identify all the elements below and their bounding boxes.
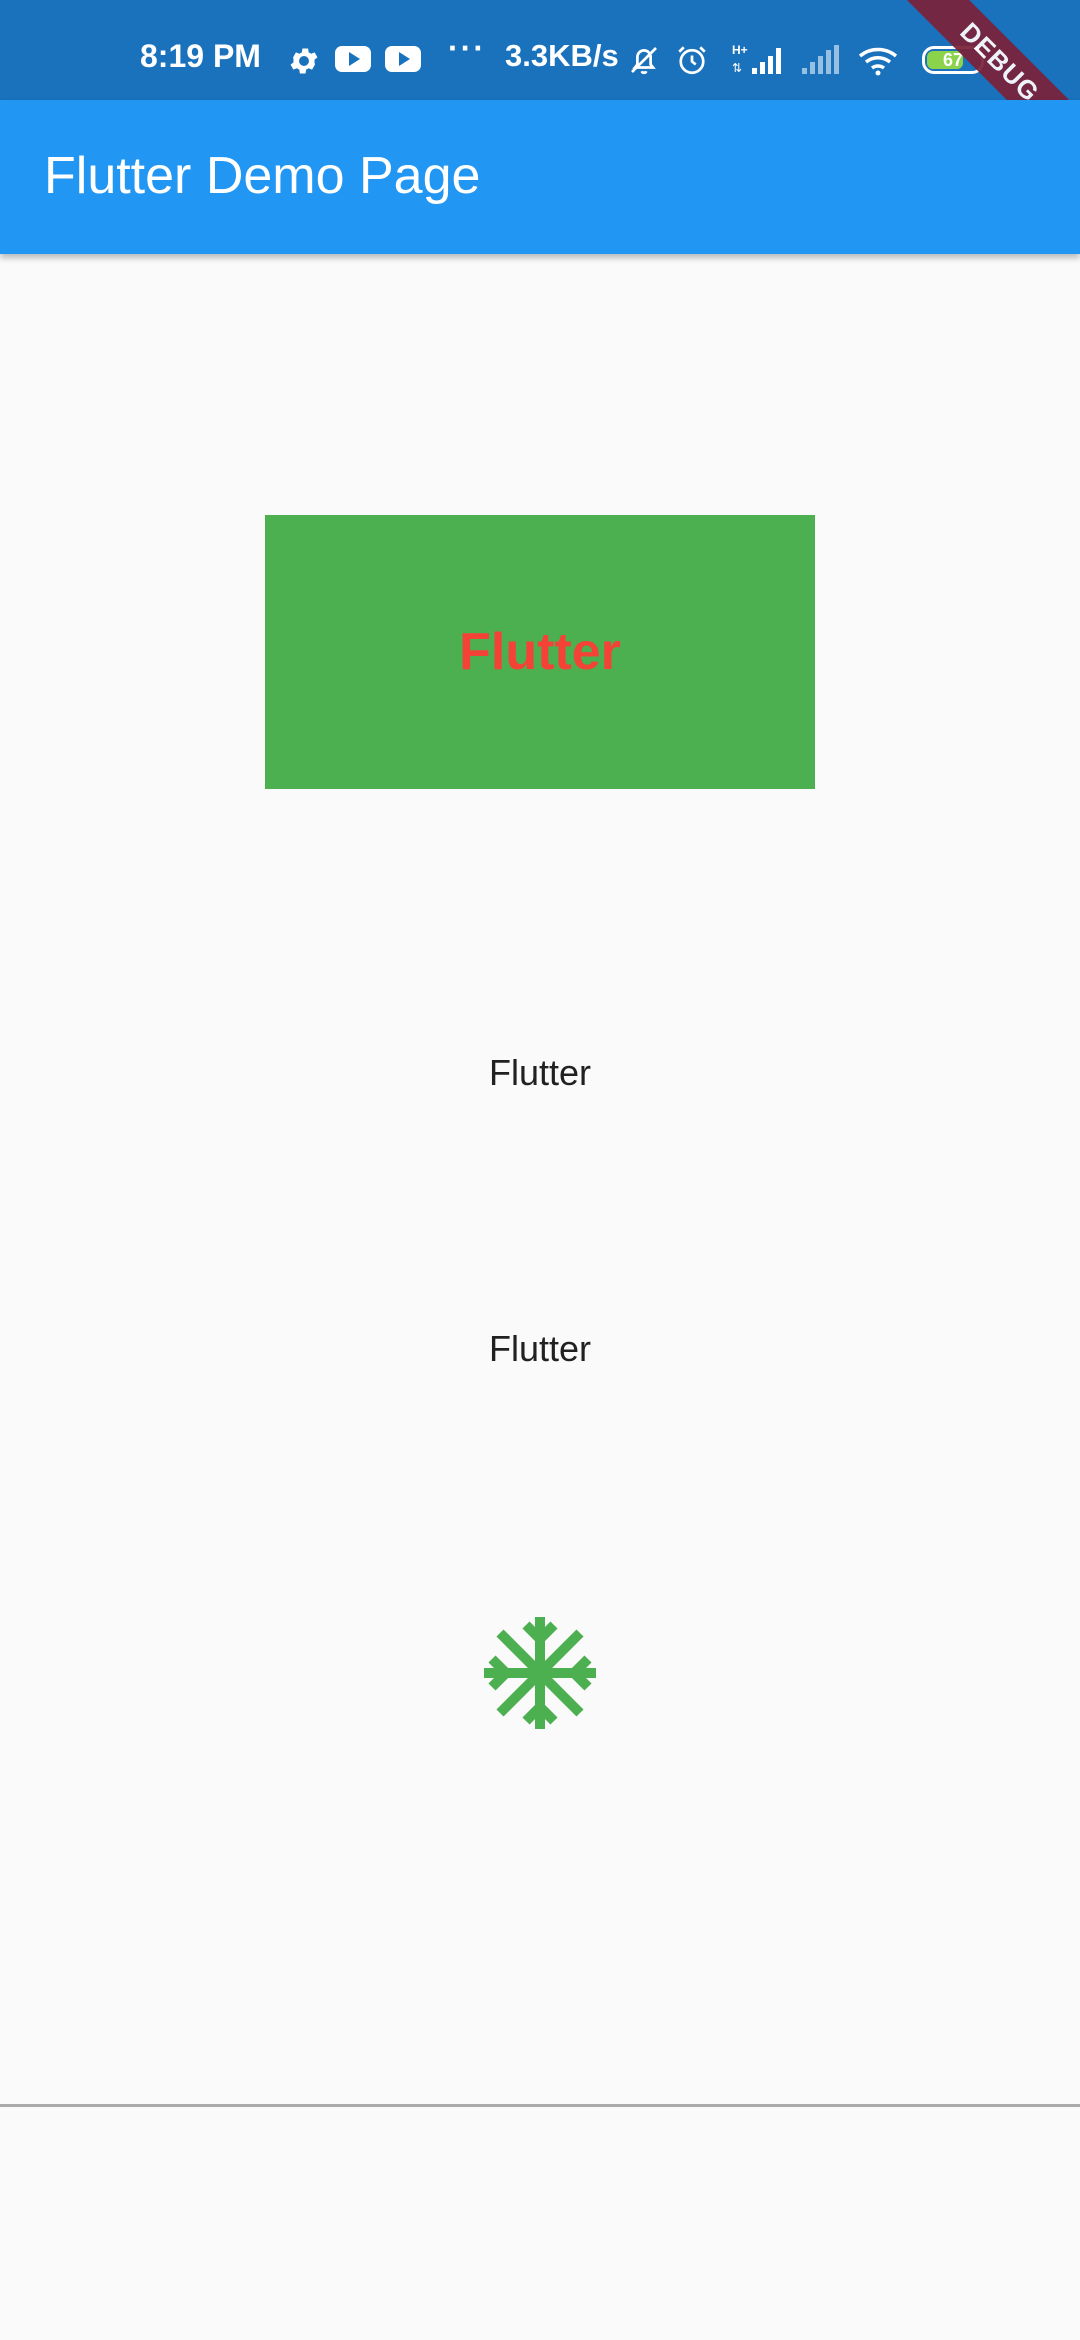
- bottom-divider: [0, 2104, 1080, 2107]
- hplus-signal-icon: H+ ⇅: [732, 43, 781, 75]
- network-speed: 3.3KB/s: [505, 38, 619, 73]
- ac-unit-icon: [484, 1617, 596, 1729]
- status-time: 8:19 PM: [140, 38, 261, 74]
- youtube-icon: [385, 46, 421, 72]
- mute-bell-icon: [631, 47, 657, 75]
- container-label: Flutter: [459, 623, 621, 681]
- gear-icon: [290, 48, 318, 74]
- svg-text:⇅: ⇅: [732, 61, 742, 75]
- youtube-icon: [335, 46, 371, 72]
- page-title: Flutter Demo Page: [44, 147, 481, 205]
- text-label-1: Flutter: [488, 1052, 592, 1093]
- text-label-2: Flutter: [488, 1328, 592, 1369]
- app-bar: Flutter Demo Page: [0, 100, 1080, 254]
- status-bar: 8:19 PM ··· 3.3KB/s H+ ⇅ 67: [0, 0, 1080, 100]
- alarm-icon: [678, 46, 706, 75]
- svg-text:H+: H+: [732, 43, 748, 57]
- green-container: Flutter: [265, 515, 815, 789]
- wifi-icon: [858, 47, 898, 76]
- screen: 8:19 PM ··· 3.3KB/s H+ ⇅ 67 DEBUG Flutte…: [0, 0, 1080, 2340]
- signal-icon: [802, 45, 839, 74]
- more-notifications-icon: ···: [448, 30, 486, 66]
